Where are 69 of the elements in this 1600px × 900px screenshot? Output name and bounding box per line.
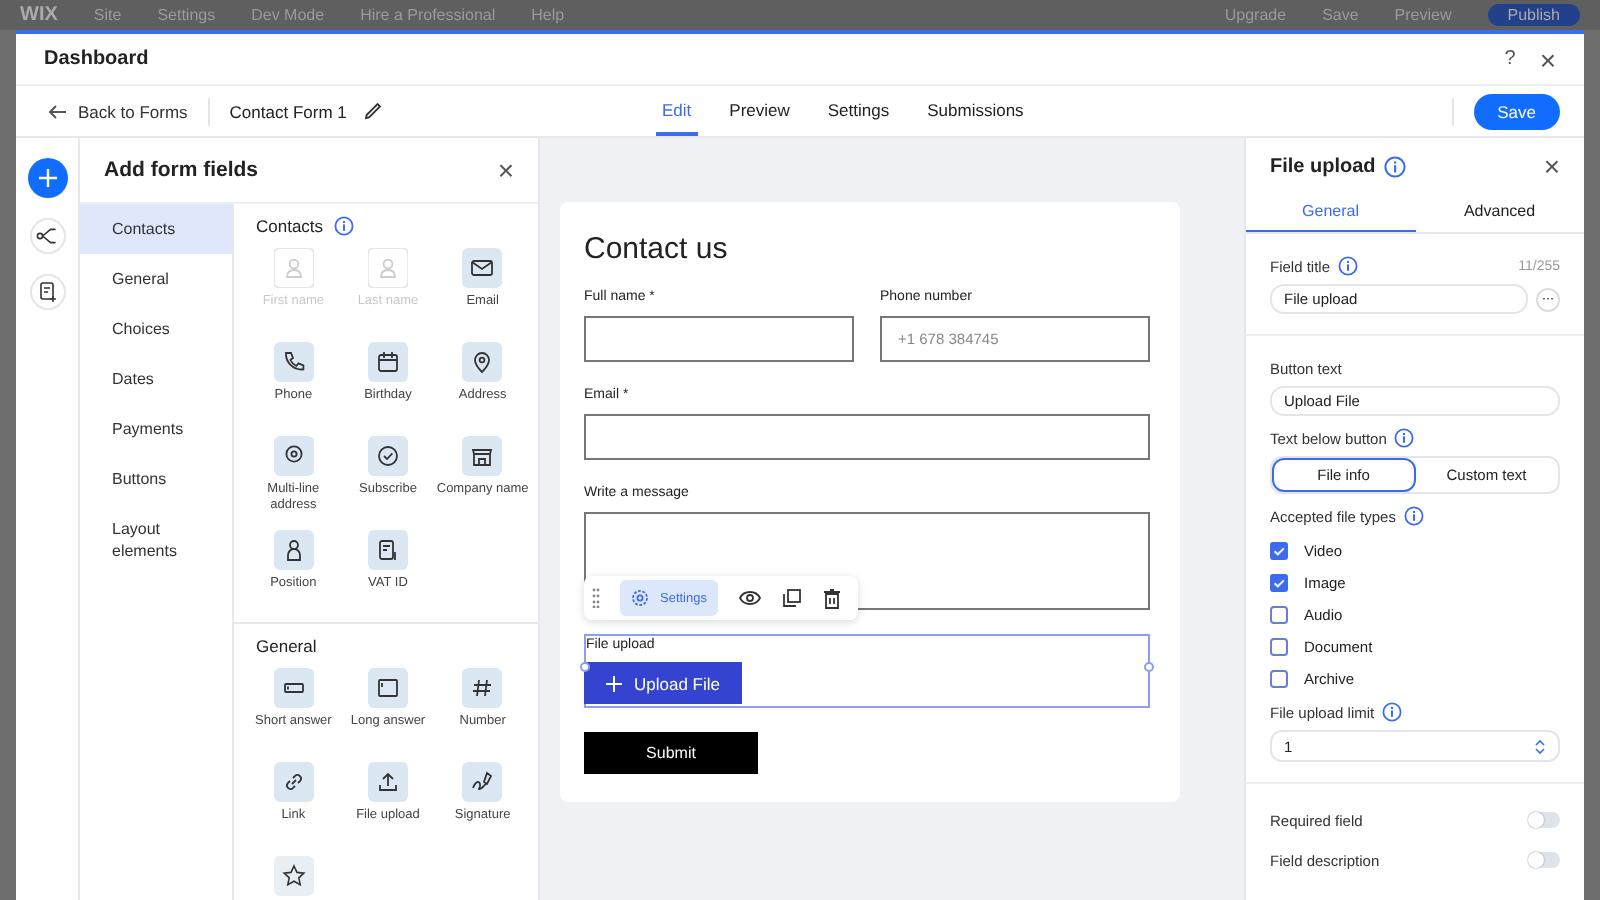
- section-title: General: [256, 636, 317, 656]
- close-button[interactable]: ×: [497, 156, 514, 184]
- tab[interactable]: Preview: [723, 86, 796, 136]
- duplicate-icon[interactable]: [781, 588, 801, 608]
- toggle-switch[interactable]: [1528, 812, 1560, 828]
- drag-handle-icon[interactable]: [592, 588, 600, 608]
- back-arrow-icon: [48, 103, 68, 119]
- eye-icon[interactable]: [737, 588, 761, 608]
- pencil-icon[interactable]: [364, 102, 383, 120]
- resize-handle[interactable]: [580, 662, 590, 672]
- checkbox[interactable]: [1270, 573, 1288, 591]
- panel-title: Add form fields: [104, 158, 259, 182]
- settings-icon: [630, 588, 650, 608]
- connections-icon[interactable]: [29, 218, 65, 254]
- category-item[interactable]: Layout elements: [80, 504, 232, 576]
- checkbox[interactable]: [1270, 541, 1288, 559]
- signature-icon[interactable]: [462, 762, 503, 802]
- help-button[interactable]: ?: [1504, 48, 1516, 70]
- envelope-icon[interactable]: [462, 248, 503, 288]
- panel-title: File upload: [1270, 155, 1376, 177]
- textarea-icon[interactable]: [367, 668, 408, 708]
- category-item[interactable]: Contacts: [80, 204, 232, 254]
- close-button[interactable]: ×: [1539, 45, 1556, 73]
- tab[interactable]: General: [1246, 194, 1415, 232]
- checkbox[interactable]: [1270, 605, 1288, 623]
- input-field[interactable]: [584, 316, 854, 362]
- input-field[interactable]: [584, 414, 1150, 460]
- tab[interactable]: Settings: [821, 86, 896, 136]
- back-link[interactable]: Back to Forms: [48, 101, 188, 121]
- input-icon[interactable]: [273, 668, 314, 708]
- save-button[interactable]: Save: [1473, 93, 1560, 129]
- info-icon: [1382, 702, 1403, 722]
- calendar-icon[interactable]: [367, 342, 408, 382]
- category-item[interactable]: Choices: [80, 304, 232, 354]
- hash-icon[interactable]: [462, 668, 503, 708]
- checkbox[interactable]: [1270, 637, 1288, 655]
- plus-icon: [606, 675, 622, 691]
- form-title: Contact us: [584, 232, 730, 266]
- publish-button[interactable]: Publish: [1487, 4, 1580, 26]
- resize-handle[interactable]: [1144, 662, 1154, 672]
- section-title: Contacts: [256, 216, 324, 236]
- tab[interactable]: Advanced: [1415, 194, 1584, 232]
- info-icon: [1338, 256, 1359, 276]
- category-item[interactable]: Dates: [80, 354, 232, 404]
- info-icon: [1394, 428, 1415, 448]
- upload-file-button[interactable]: Upload File: [584, 662, 742, 704]
- toggle-switch[interactable]: [1528, 852, 1560, 868]
- close-button[interactable]: ×: [1543, 152, 1560, 180]
- person-icon[interactable]: [273, 530, 314, 570]
- category-item[interactable]: Buttons: [80, 454, 232, 504]
- tab[interactable]: Submissions: [921, 86, 1030, 136]
- link-icon[interactable]: [273, 762, 314, 802]
- phone-icon[interactable]: [273, 342, 314, 382]
- trash-icon[interactable]: [821, 587, 841, 609]
- wix-logo: WIX: [20, 4, 58, 26]
- info-icon: [1403, 506, 1424, 526]
- form-add-icon[interactable]: [29, 274, 65, 310]
- info-icon: [1383, 155, 1406, 177]
- store-icon[interactable]: [462, 436, 503, 476]
- upload-icon[interactable]: [367, 762, 408, 802]
- add-button[interactable]: [27, 158, 67, 198]
- form-name: Contact Form 1: [229, 101, 347, 121]
- category-item[interactable]: Payments: [80, 404, 232, 454]
- checkbox[interactable]: [1270, 669, 1288, 687]
- category-item[interactable]: General: [80, 254, 232, 304]
- document-icon[interactable]: [367, 530, 408, 570]
- stepper-icon: [1534, 737, 1546, 755]
- window-title: Dashboard: [44, 48, 149, 70]
- submit-button[interactable]: Submit: [584, 732, 758, 774]
